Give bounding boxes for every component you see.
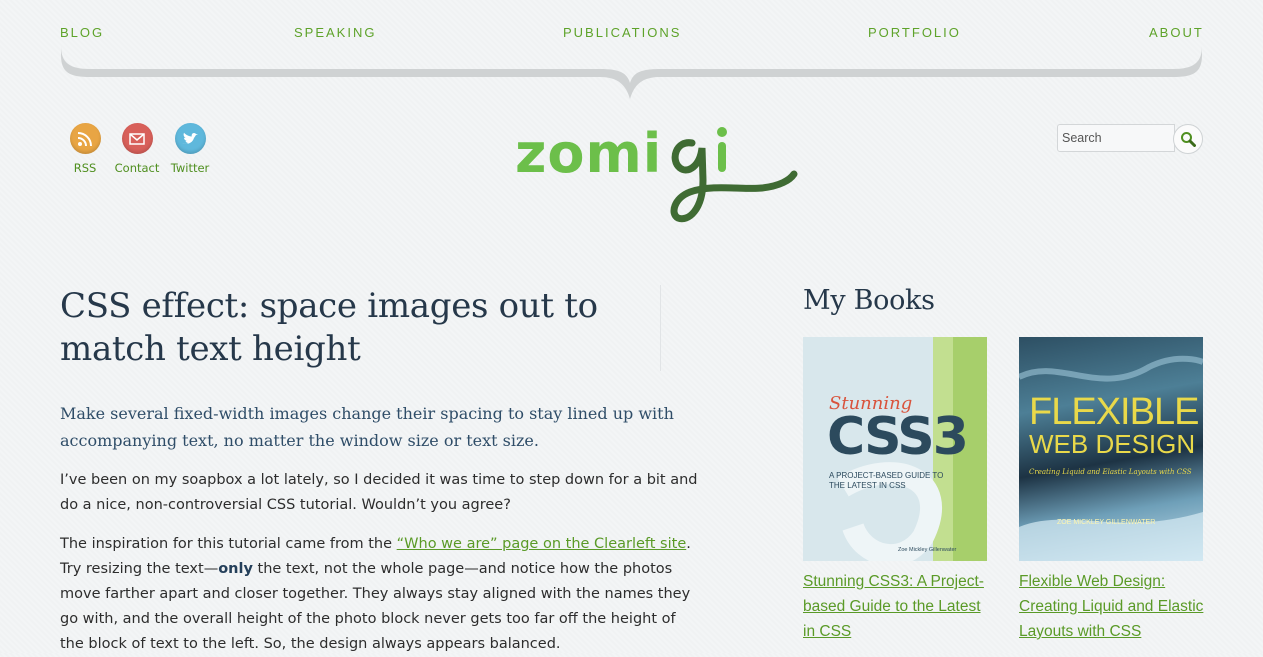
- book-stunning-css3: Stunning CSS3 A PROJECT-BASED GUIDE TO T…: [803, 337, 987, 644]
- nav-portfolio[interactable]: PORTFOLIO: [868, 25, 961, 40]
- article-lede: Make several fixed-width images change t…: [60, 404, 674, 450]
- book-cover-flexible-web-design[interactable]: FLEXIBLE WEB DESIGN Creating Liquid and …: [1019, 337, 1203, 561]
- contact-link[interactable]: Contact: [109, 123, 165, 175]
- p2-emphasis: only: [218, 561, 253, 577]
- svg-text:zomi: zomi: [515, 122, 662, 185]
- rss-icon: [69, 123, 101, 154]
- sidebar-books: My Books Stunning CSS3 A PROJECT-BASED G…: [803, 285, 1203, 640]
- nav-about[interactable]: ABOUT: [1149, 25, 1204, 40]
- rss-link[interactable]: RSS: [57, 123, 113, 175]
- nav-speaking[interactable]: SPEAKING: [294, 25, 376, 40]
- article-title: CSS effect: space images out to match te…: [60, 285, 661, 371]
- book-link-flexible-web-design[interactable]: Flexible Web Design: Creating Liquid and…: [1019, 569, 1209, 644]
- cover-author: ZOE MICKLEY GILLENWATER: [1057, 519, 1156, 526]
- search-icon: [1181, 132, 1196, 147]
- search-form: [1057, 124, 1203, 154]
- book-flexible-web-design: FLEXIBLE WEB DESIGN Creating Liquid and …: [1019, 337, 1203, 644]
- mail-icon: [121, 123, 153, 154]
- p2-text-before: The inspiration for this tutorial came f…: [60, 536, 397, 552]
- book-cover-stunning-css3[interactable]: Stunning CSS3 A PROJECT-BASED GUIDE TO T…: [803, 337, 987, 561]
- search-input[interactable]: [1057, 124, 1175, 152]
- twitter-link[interactable]: Twitter: [162, 123, 218, 175]
- twitter-label: Twitter: [170, 161, 210, 175]
- cover-title-1: FLEXIBLE: [1029, 391, 1199, 433]
- nav-blog[interactable]: BLOG: [60, 25, 104, 40]
- sidebar-title: My Books: [803, 285, 935, 316]
- site-logo[interactable]: zomi: [512, 118, 812, 228]
- contact-label: Contact: [114, 161, 160, 175]
- cover-author: Zoe Mickley Gillenwater: [898, 547, 957, 553]
- article: CSS effect: space images out to match te…: [60, 285, 700, 657]
- cover-title-2: WEB DESIGN: [1029, 429, 1196, 459]
- search-button[interactable]: [1173, 124, 1203, 154]
- nav-bar: BLOG SPEAKING PUBLICATIONS PORTFOLIO ABO…: [60, 25, 1203, 45]
- nav-brace-divider: [61, 46, 1202, 99]
- book-link-stunning-css3[interactable]: Stunning CSS3: A Project-based Guide to …: [803, 569, 993, 644]
- cover-subtitle: A PROJECT-BASED GUIDE TO THE LATEST IN C…: [829, 471, 944, 490]
- twitter-bird-icon: [174, 123, 206, 154]
- cover-title-2: CSS3: [827, 407, 969, 467]
- article-paragraph-1: I’ve been on my soapbox a lot lately, so…: [60, 472, 698, 513]
- logo-image: zomi: [515, 122, 798, 223]
- clearleft-link[interactable]: “Who we are” page on the Clearleft site: [397, 536, 687, 552]
- article-paragraph-2: The inspiration for this tutorial came f…: [60, 532, 700, 657]
- social-links: RSS Contact Twitter: [60, 123, 220, 183]
- cover-subtitle: Creating Liquid and Elastic Layouts with…: [1029, 468, 1192, 476]
- nav-publications[interactable]: PUBLICATIONS: [563, 25, 681, 40]
- rss-label: RSS: [73, 161, 97, 175]
